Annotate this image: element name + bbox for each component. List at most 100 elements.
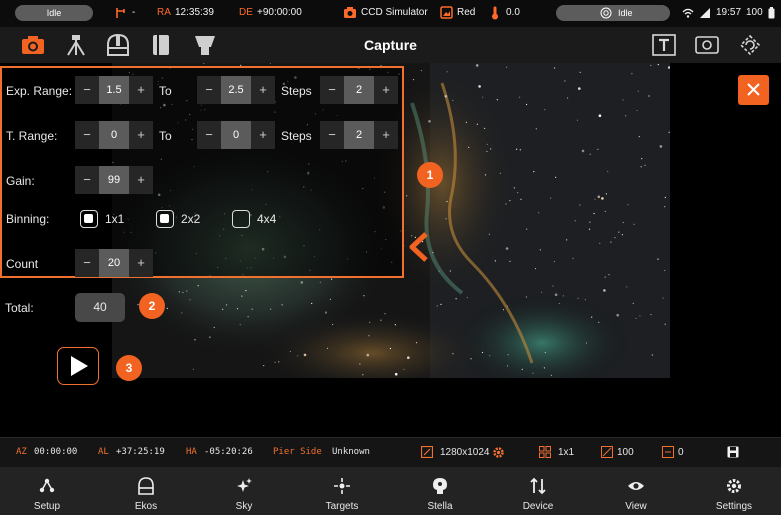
nav-sky-label: Sky (235, 501, 253, 512)
binning-4x4-label: 4x4 (257, 212, 277, 226)
t-steps-value[interactable]: 2 (344, 121, 374, 149)
clock: 19:57 (716, 7, 742, 18)
exp-to-value[interactable]: 2.5 (221, 76, 251, 104)
exp-steps-label: Steps (281, 84, 312, 98)
stella-icon (433, 478, 447, 494)
pier-side-value: Unknown (332, 447, 370, 457)
count-minus-button[interactable]: − (75, 249, 99, 277)
total-value: 40 (75, 293, 125, 322)
gain-minus-button[interactable]: − (75, 166, 99, 194)
bottom-navigation: Setup Ekos Sky Targets Stella Device Vie… (0, 467, 781, 515)
count-value[interactable]: 20 (99, 249, 129, 277)
de-value: +90:00:00 (257, 7, 302, 18)
collapse-panel-chevron-icon[interactable] (406, 231, 430, 263)
binning-value: 1x1 (558, 447, 575, 458)
setup-icon (39, 478, 55, 493)
t-from-plus-button[interactable]: + (129, 121, 153, 149)
gain-value[interactable]: 99 (99, 166, 129, 194)
nav-settings-label: Settings (715, 501, 753, 512)
gain-info-value: 100 (617, 447, 634, 458)
gain-icon (601, 446, 613, 458)
binning-4x4-checkbox[interactable] (232, 210, 250, 228)
total-label: Total: (5, 301, 34, 315)
nav-device-label: Device (522, 501, 554, 512)
battery-level: 100 (746, 7, 763, 18)
capture-settings-panel: Exp. Range: − 1.5 + To − 2.5 + Steps − 2… (0, 66, 404, 278)
exp-to-label: To (159, 84, 172, 98)
filter-name: Red (457, 7, 476, 18)
status-bar: Idle - RA 12:35:39 DE +90:00:00 CCD Simu… (0, 0, 781, 27)
t-from-value[interactable]: 0 (99, 121, 129, 149)
offset-value: 0 (678, 447, 684, 458)
exp-from-value[interactable]: 1.5 (99, 76, 129, 104)
exp-to-plus-button[interactable]: + (251, 76, 275, 104)
t-from-minus-button[interactable]: − (75, 121, 99, 149)
nav-device[interactable]: Device (498, 467, 578, 515)
exp-steps-minus-button[interactable]: − (320, 76, 344, 104)
close-icon (747, 83, 760, 96)
gain-plus-button[interactable]: + (129, 166, 153, 194)
nav-view-label: View (625, 501, 647, 512)
callout-badge-1: 1 (417, 162, 443, 188)
targets-icon (334, 478, 350, 494)
t-steps-plus-button[interactable]: + (374, 121, 398, 149)
ha-value: -05:20:26 (204, 447, 253, 457)
resolution-settings-gear-icon[interactable] (492, 446, 505, 459)
resolution-icon (421, 446, 433, 458)
az-value: 00:00:00 (34, 447, 78, 457)
camera-name: CCD Simulator (361, 7, 428, 18)
nav-settings[interactable]: Settings (694, 467, 774, 515)
t-to-plus-button[interactable]: + (251, 121, 275, 149)
exp-from-plus-button[interactable]: + (129, 76, 153, 104)
start-capture-button[interactable] (57, 347, 99, 385)
nav-setup-label: Setup (33, 501, 61, 512)
exp-range-to-stepper: − 2.5 + (197, 76, 275, 104)
nav-targets[interactable]: Targets (302, 467, 382, 515)
battery-icon (768, 7, 775, 19)
exp-steps-plus-button[interactable]: + (374, 76, 398, 104)
rotate-icon[interactable] (737, 33, 763, 57)
t-steps-label: Steps (281, 129, 312, 143)
exp-steps-stepper: − 2 + (320, 76, 398, 104)
nav-sky[interactable]: Sky (204, 467, 284, 515)
exp-to-minus-button[interactable]: − (197, 76, 221, 104)
offset-icon (662, 446, 674, 458)
nav-setup[interactable]: Setup (7, 467, 87, 515)
count-plus-button[interactable]: + (129, 249, 153, 277)
count-label: Count (6, 257, 39, 271)
t-steps-minus-button[interactable]: − (320, 121, 344, 149)
thermometer-icon (492, 6, 498, 20)
exp-range-label: Exp. Range: (6, 84, 73, 98)
close-button[interactable] (738, 75, 769, 105)
binning-1x1-label: 1x1 (105, 212, 125, 226)
nav-ekos[interactable]: Ekos (106, 467, 186, 515)
preview-frame-icon[interactable] (694, 33, 720, 57)
de-label: DE (239, 7, 253, 18)
t-to-value[interactable]: 0 (221, 121, 251, 149)
t-range-label: T. Range: (6, 129, 58, 143)
mount-status-pill[interactable]: Idle (15, 5, 93, 21)
ekos-status-text: Idle (618, 8, 633, 18)
signal-icon (700, 8, 710, 18)
exp-steps-value[interactable]: 2 (344, 76, 374, 104)
module-toolbar: Capture (0, 27, 781, 63)
ra-value: 12:35:39 (175, 7, 214, 18)
t-to-minus-button[interactable]: − (197, 121, 221, 149)
resolution-value: 1280x1024 (440, 447, 490, 458)
text-overlay-icon[interactable] (651, 33, 677, 57)
binning-icon (539, 446, 551, 458)
pier-side-label: Pier Side (273, 447, 322, 457)
nav-view[interactable]: View (596, 467, 676, 515)
exp-from-minus-button[interactable]: − (75, 76, 99, 104)
ekos-status-pill[interactable]: Idle (556, 5, 670, 21)
binning-2x2-checkbox[interactable] (156, 210, 174, 228)
al-value: +37:25:19 (116, 447, 165, 457)
al-label: AL (98, 447, 109, 457)
ha-label: HA (186, 447, 197, 457)
sky-icon (237, 478, 252, 492)
binning-1x1-checkbox[interactable] (80, 210, 98, 228)
save-icon[interactable] (727, 446, 739, 458)
t-range-from-stepper: − 0 + (75, 121, 153, 149)
nav-stella[interactable]: Stella (400, 467, 480, 515)
count-stepper: − 20 + (75, 249, 153, 277)
